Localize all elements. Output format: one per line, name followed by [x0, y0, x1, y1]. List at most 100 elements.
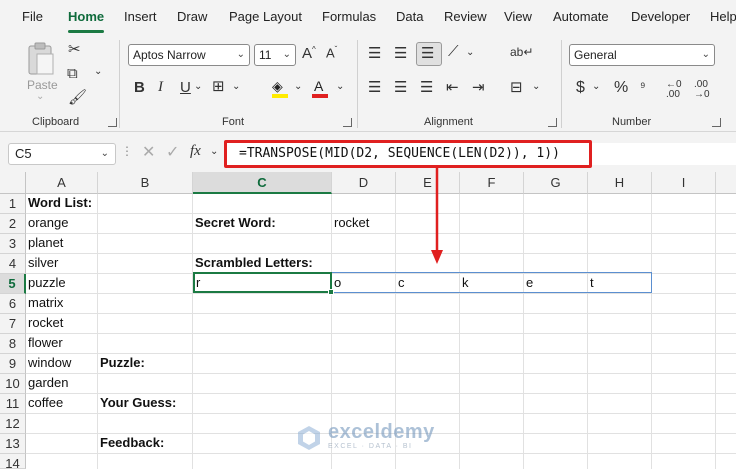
font-size-select[interactable]: 11 ⌄: [254, 44, 296, 66]
cell-a8[interactable]: flower: [26, 333, 63, 353]
row-header-7[interactable]: 7: [0, 314, 26, 334]
menu-help[interactable]: Help: [710, 9, 736, 24]
column-header-a[interactable]: A: [26, 172, 98, 194]
menu-data[interactable]: Data: [396, 9, 423, 24]
chevron-down-icon[interactable]: ⌄: [532, 82, 540, 92]
row-header-12[interactable]: 12: [0, 414, 26, 434]
align-center-icon[interactable]: ☰: [394, 80, 407, 95]
column-header-j[interactable]: [716, 172, 736, 194]
fill-color-icon[interactable]: ◈: [272, 78, 290, 98]
number-format-select[interactable]: General ⌄: [569, 44, 715, 66]
cut-icon[interactable]: ✂: [68, 42, 81, 57]
row-header-10[interactable]: 10: [0, 374, 26, 394]
comma-style-icon[interactable]: ⁹: [640, 80, 646, 93]
cell-b11[interactable]: Your Guess:: [98, 393, 176, 413]
menu-draw[interactable]: Draw: [177, 9, 207, 24]
copy-icon[interactable]: ⧉: [67, 66, 78, 81]
chevron-down-icon[interactable]: ⌄: [232, 82, 240, 92]
menu-view[interactable]: View: [504, 9, 532, 24]
cell-e5[interactable]: c: [396, 273, 405, 293]
insert-function-icon[interactable]: fx: [190, 144, 201, 159]
name-box[interactable]: C5 ⌄: [8, 143, 116, 165]
row-header-5[interactable]: 5: [0, 274, 26, 294]
row-header-3[interactable]: 3: [0, 234, 26, 254]
cell-a7[interactable]: rocket: [26, 313, 63, 333]
select-all-corner[interactable]: [0, 172, 26, 194]
cell-h5[interactable]: t: [588, 273, 594, 293]
cell-a3[interactable]: planet: [26, 233, 63, 253]
currency-icon[interactable]: $: [576, 80, 585, 96]
align-top-icon[interactable]: ☰: [368, 46, 381, 61]
column-header-i[interactable]: I: [652, 172, 716, 194]
borders-icon[interactable]: ⊞: [212, 79, 225, 94]
chevron-down-icon[interactable]: ⌄: [336, 82, 344, 92]
format-painter-icon[interactable]: 🖌: [68, 90, 87, 105]
chevron-down-icon[interactable]: ⌄: [592, 82, 600, 92]
chevron-down-icon[interactable]: ⌄: [194, 82, 202, 92]
menu-review[interactable]: Review: [444, 9, 487, 24]
row-header-6[interactable]: 6: [0, 294, 26, 314]
font-launcher-icon[interactable]: [343, 118, 352, 127]
bold-icon[interactable]: B: [134, 80, 145, 95]
increase-decimal-icon[interactable]: ←0.00: [666, 80, 682, 100]
cell-a6[interactable]: matrix: [26, 293, 63, 313]
cell-b9[interactable]: Puzzle:: [98, 353, 145, 373]
cell-a5[interactable]: puzzle: [26, 273, 66, 293]
underline-icon[interactable]: U: [180, 80, 191, 95]
cell-a10[interactable]: garden: [26, 373, 68, 393]
clipboard-launcher-icon[interactable]: [108, 118, 117, 127]
menu-formulas[interactable]: Formulas: [322, 9, 376, 24]
column-header-b[interactable]: B: [98, 172, 193, 194]
menu-page-layout[interactable]: Page Layout: [229, 9, 302, 24]
row-header-4[interactable]: 4: [0, 254, 26, 274]
column-header-h[interactable]: H: [588, 172, 652, 194]
row-header-13[interactable]: 13: [0, 434, 26, 454]
increase-indent-icon[interactable]: ⇥: [472, 80, 485, 95]
formula-input-extension[interactable]: [592, 143, 736, 165]
cell-c4[interactable]: Scrambled Letters:: [193, 253, 313, 273]
cell-a2[interactable]: orange: [26, 213, 68, 233]
row-header-2[interactable]: 2: [0, 214, 26, 234]
decrease-font-icon[interactable]: Aˇ: [326, 46, 337, 60]
font-color-icon[interactable]: A: [312, 78, 330, 98]
row-header-9[interactable]: 9: [0, 354, 26, 374]
align-left-icon[interactable]: ☰: [368, 80, 381, 95]
chevron-down-icon[interactable]: ⌄: [210, 147, 218, 157]
cell-a11[interactable]: coffee: [26, 393, 63, 413]
row-header-1[interactable]: 1: [0, 194, 26, 214]
percent-icon[interactable]: %: [614, 80, 628, 96]
decrease-indent-icon[interactable]: ⇤: [446, 80, 459, 95]
cell-a1[interactable]: Word List:: [26, 193, 92, 213]
chevron-down-icon[interactable]: ⌄: [294, 82, 302, 92]
font-name-select[interactable]: Aptos Narrow ⌄: [128, 44, 250, 66]
cell-a4[interactable]: silver: [26, 253, 58, 273]
italic-icon[interactable]: I: [158, 80, 163, 95]
cell-g5[interactable]: e: [524, 273, 533, 293]
fill-handle[interactable]: [328, 289, 334, 295]
confirm-icon[interactable]: ✓: [166, 145, 179, 161]
row-header-11[interactable]: 11: [0, 394, 26, 414]
row-header-14[interactable]: 14: [0, 454, 26, 469]
cell-a9[interactable]: window: [26, 353, 71, 373]
formula-input[interactable]: =TRANSPOSE(MID(D2, SEQUENCE(LEN(D2)), 1)…: [224, 140, 592, 168]
alignment-launcher-icon[interactable]: [548, 118, 557, 127]
menu-automate[interactable]: Automate: [553, 9, 609, 24]
paste-button[interactable]: Paste ⌄: [22, 40, 60, 102]
menu-developer[interactable]: Developer: [631, 9, 690, 24]
column-header-f[interactable]: F: [460, 172, 524, 194]
align-right-icon[interactable]: ☰: [420, 80, 433, 95]
chevron-down-icon[interactable]: ⌄: [466, 48, 474, 58]
wrap-text-icon[interactable]: ab↵: [510, 46, 533, 58]
cancel-icon[interactable]: ✕: [142, 145, 155, 161]
column-header-d[interactable]: D: [332, 172, 396, 194]
column-header-e[interactable]: E: [396, 172, 460, 194]
chevron-down-icon[interactable]: ⌄: [94, 67, 102, 77]
menu-file[interactable]: File: [22, 9, 43, 24]
menu-home[interactable]: Home: [68, 9, 105, 33]
number-launcher-icon[interactable]: [712, 118, 721, 127]
cell-f5[interactable]: k: [460, 273, 469, 293]
column-header-g[interactable]: G: [524, 172, 588, 194]
cell-d2[interactable]: rocket: [332, 213, 369, 233]
align-middle-icon[interactable]: ☰: [394, 46, 407, 61]
merge-center-icon[interactable]: ⊟: [510, 80, 523, 95]
